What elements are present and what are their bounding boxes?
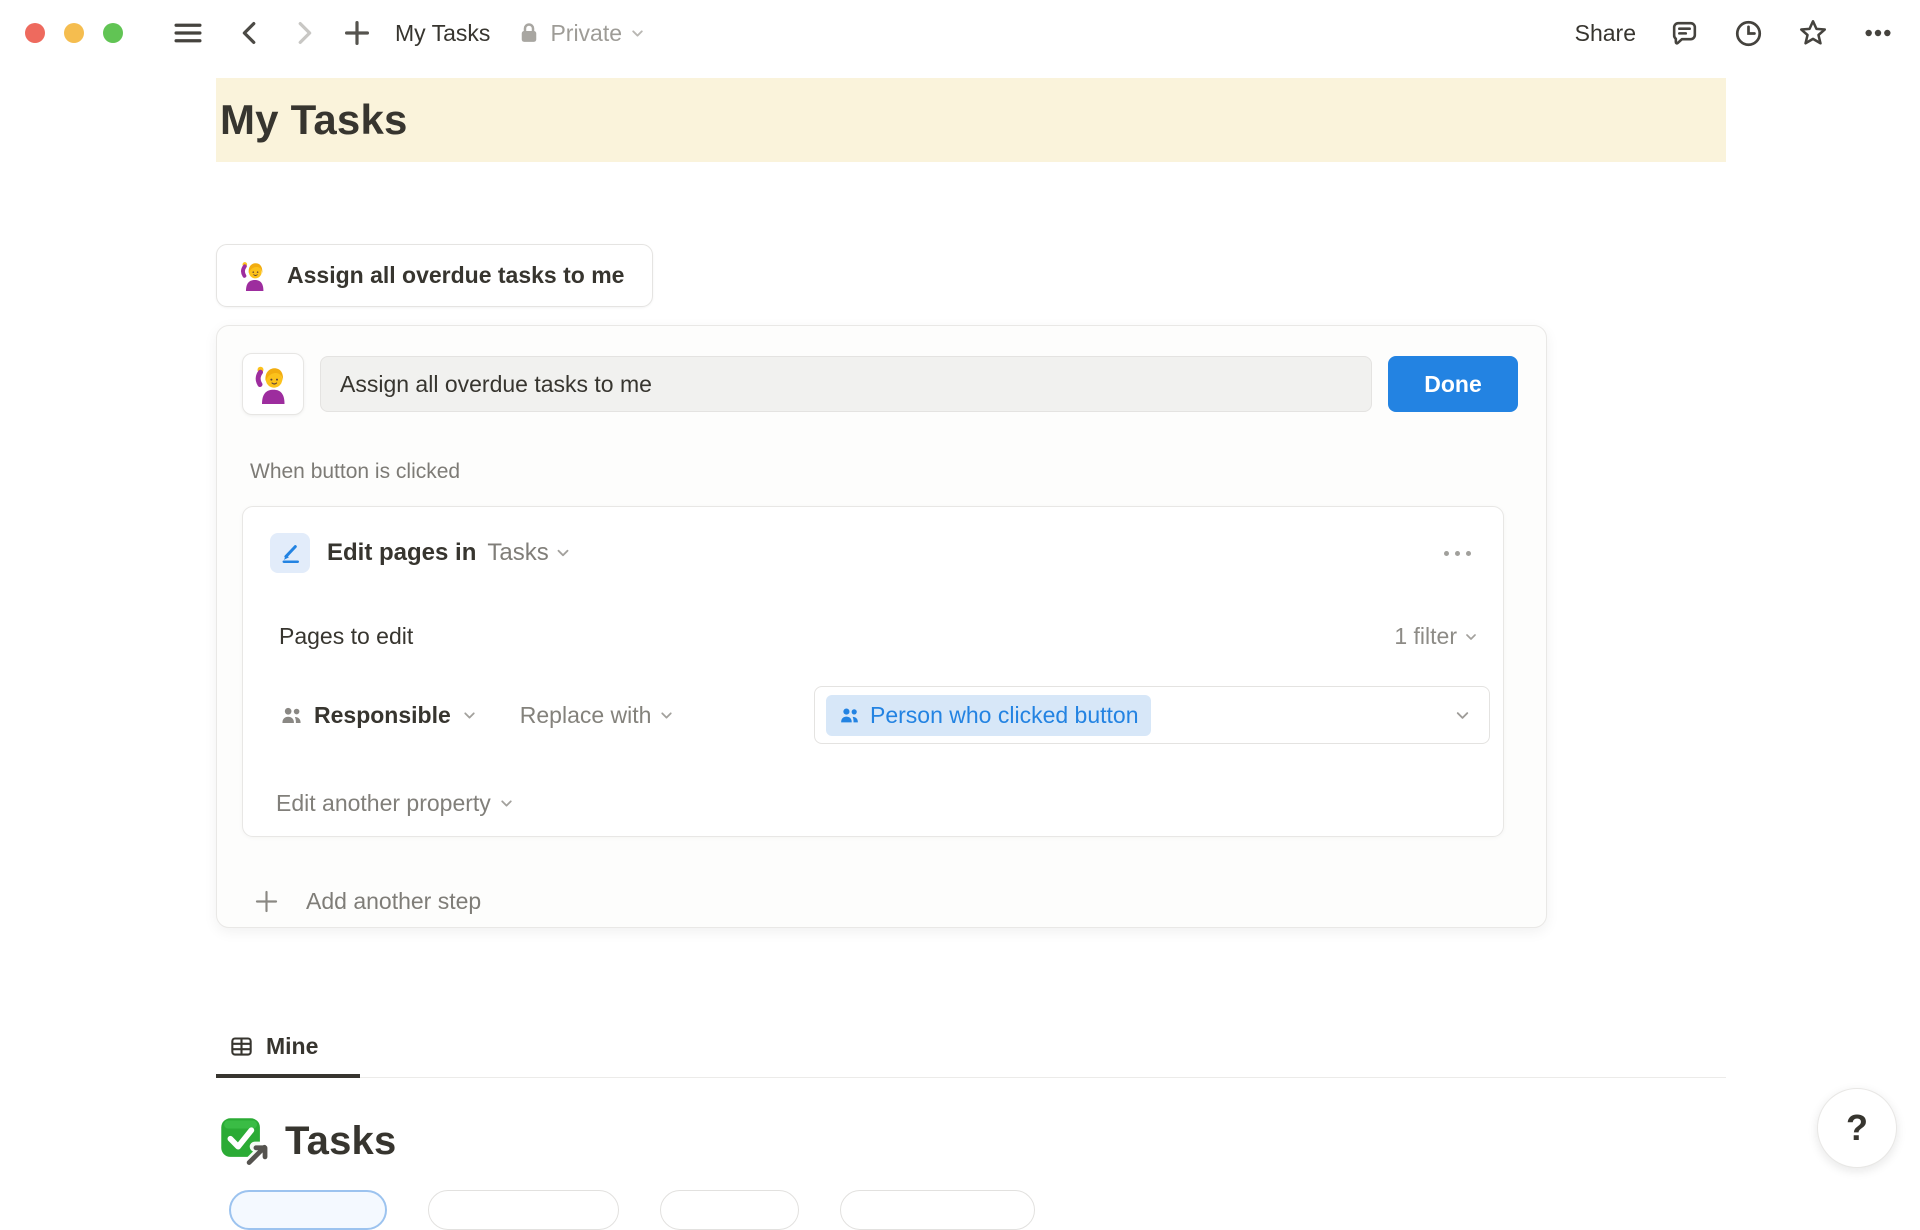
tab-mine-label: Mine [266, 1033, 318, 1060]
window-controls [25, 23, 123, 43]
property-name: Responsible [314, 702, 451, 729]
comments-icon[interactable] [1669, 18, 1700, 49]
filter-count-selector[interactable]: 1 filter [1394, 623, 1479, 650]
property-selector[interactable]: Responsible [279, 702, 478, 729]
edit-another-property-label: Edit another property [276, 790, 491, 817]
link-arrow-overlay [248, 1147, 266, 1164]
chevron-down-icon [658, 707, 675, 724]
notion-window: My Tasks Private Share [0, 0, 1920, 1200]
edit-pages-step-card: Edit pages in Tasks Pages to edit 1 filt… [242, 506, 1504, 837]
target-database-selector[interactable]: Tasks [487, 539, 571, 567]
linked-database-heading: Tasks [219, 1116, 396, 1166]
share-button[interactable]: Share [1575, 20, 1636, 47]
check-mark-button-emoji [219, 1116, 269, 1166]
people-icon [838, 704, 861, 727]
button-editor-panel: Done When button is clicked Edit pages i… [216, 325, 1547, 928]
filter-pill-4[interactable] [840, 1190, 1035, 1230]
lock-icon [516, 20, 542, 46]
favorite-star-icon[interactable] [1797, 17, 1829, 49]
forward-navigation-icon[interactable] [289, 18, 319, 48]
edit-another-property-button[interactable]: Edit another property [276, 790, 515, 817]
breadcrumb[interactable]: My Tasks [395, 20, 490, 47]
database-view-tabs: Mine [216, 1033, 1726, 1078]
updates-clock-icon[interactable] [1733, 18, 1764, 49]
people-icon [279, 703, 304, 728]
filter-pill-2[interactable] [428, 1190, 619, 1230]
privacy-label[interactable]: Private [550, 20, 622, 47]
done-button[interactable]: Done [1388, 356, 1518, 412]
chevron-down-icon [498, 795, 515, 812]
pages-to-edit-label: Pages to edit [279, 623, 413, 650]
zoom-window-button[interactable] [103, 23, 123, 43]
close-window-button[interactable] [25, 23, 45, 43]
value-label: Person who clicked button [870, 702, 1139, 729]
step-more-options-icon[interactable] [1438, 545, 1477, 562]
filter-count-label: 1 filter [1394, 623, 1457, 650]
operation-selector[interactable]: Replace with [520, 702, 676, 729]
tab-mine[interactable]: Mine [216, 1033, 360, 1078]
page-title-banner: My Tasks [216, 78, 1726, 162]
step-action-label: Edit pages in [327, 539, 476, 567]
add-another-step-button[interactable]: Add another step [253, 888, 481, 915]
privacy-chevron-down-icon[interactable] [629, 25, 646, 42]
property-edit-row: Responsible Replace with [279, 686, 1490, 744]
trigger-caption: When button is clicked [250, 460, 460, 484]
edit-pencil-icon [270, 533, 310, 573]
page-title[interactable]: My Tasks [216, 96, 408, 144]
chevron-down-icon [1453, 706, 1472, 725]
button-emoji-picker[interactable] [242, 353, 304, 415]
filter-pill-3[interactable] [660, 1190, 799, 1230]
automation-button-block[interactable]: Assign all overdue tasks to me [216, 244, 653, 307]
target-database-name: Tasks [487, 539, 548, 567]
chevron-down-icon [1463, 629, 1479, 645]
pages-to-edit-row: Pages to edit 1 filter [279, 623, 1479, 650]
view-filter-pills [229, 1190, 1035, 1230]
database-title[interactable]: Tasks [285, 1119, 396, 1164]
woman-raising-hand-emoji [239, 260, 270, 291]
window-toolbar: My Tasks Private Share [0, 0, 1920, 66]
add-another-step-label: Add another step [306, 888, 481, 915]
new-page-icon[interactable] [341, 17, 373, 49]
chevron-down-icon [554, 544, 572, 562]
button-name-input[interactable] [320, 356, 1372, 412]
sidebar-menu-icon[interactable] [171, 18, 205, 48]
woman-raising-hand-emoji [253, 364, 293, 404]
chevron-down-icon [461, 707, 478, 724]
table-view-icon [229, 1034, 254, 1059]
filter-pill-1[interactable] [229, 1190, 387, 1230]
edit-another-property-row: Edit another property [276, 790, 1503, 817]
plus-icon [253, 888, 280, 915]
person-value-pill: Person who clicked button [826, 695, 1151, 736]
step-action-row: Edit pages in Tasks [270, 533, 1477, 573]
minimize-window-button[interactable] [64, 23, 84, 43]
value-select[interactable]: Person who clicked button [814, 686, 1490, 744]
button-name-row: Done [242, 353, 1518, 415]
back-navigation-icon[interactable] [235, 18, 265, 48]
more-options-icon[interactable] [1862, 17, 1894, 49]
button-block-label: Assign all overdue tasks to me [287, 262, 624, 289]
help-button[interactable]: ? [1817, 1088, 1897, 1168]
operation-label: Replace with [520, 702, 652, 729]
